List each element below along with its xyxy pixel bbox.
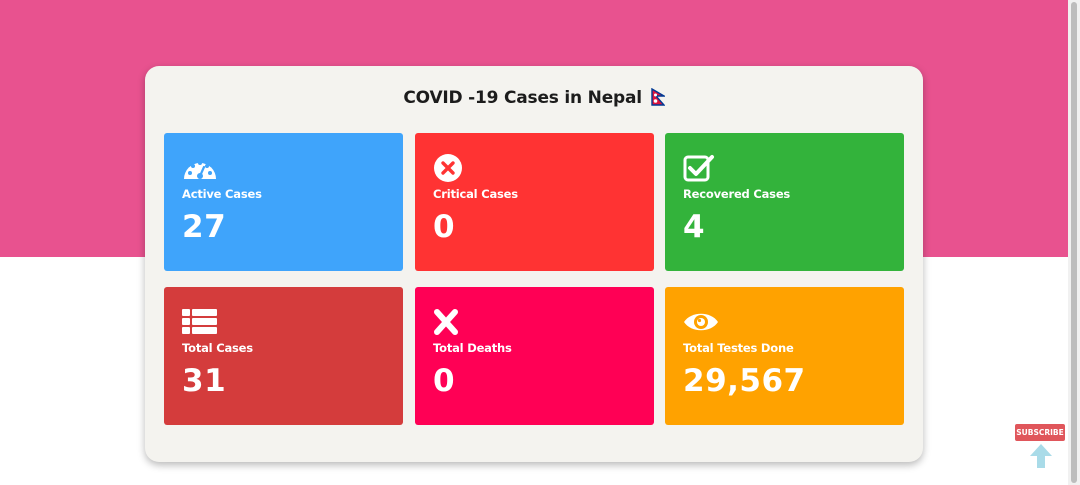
arrow-up-icon[interactable] (1029, 443, 1053, 469)
stat-tile-total-deaths: Total Deaths 0 (415, 287, 654, 425)
stat-label: Total Testes Done (683, 341, 794, 355)
stat-label: Total Deaths (433, 341, 512, 355)
stat-value: 4 (683, 209, 706, 245)
nepal-flag-icon (650, 87, 667, 111)
stat-value: 31 (182, 363, 227, 399)
stat-tile-critical-cases: Critical Cases 0 (415, 133, 654, 271)
tachometer-icon (182, 153, 218, 183)
stat-value: 0 (433, 363, 456, 399)
stat-value: 29,567 (683, 363, 806, 399)
stat-label: Total Cases (182, 341, 253, 355)
stat-tile-total-tests: Total Testes Done 29,567 (665, 287, 904, 425)
page-title: COVID -19 Cases in Nepal (145, 87, 923, 111)
stat-tile-active-cases: Active Cases 27 (164, 133, 403, 271)
stat-label: Critical Cases (433, 187, 518, 201)
stat-tile-recovered-cases: Recovered Cases 4 (665, 133, 904, 271)
list-icon (182, 307, 218, 337)
check-square-icon (683, 153, 719, 183)
stat-label: Active Cases (182, 187, 262, 201)
subscribe-button[interactable]: SUBSCRIBE (1015, 424, 1065, 441)
stat-label: Recovered Cases (683, 187, 791, 201)
stat-value: 0 (433, 209, 456, 245)
times-circle-icon (433, 153, 469, 183)
page-title-text: COVID -19 Cases in Nepal (403, 88, 642, 108)
stat-value: 27 (182, 209, 227, 245)
eye-icon (683, 307, 719, 337)
scrollbar-thumb[interactable] (1071, 2, 1077, 483)
times-icon (433, 307, 469, 337)
stat-tile-total-cases: Total Cases 31 (164, 287, 403, 425)
stats-card: COVID -19 Cases in Nepal Active Cases 27… (145, 66, 923, 462)
